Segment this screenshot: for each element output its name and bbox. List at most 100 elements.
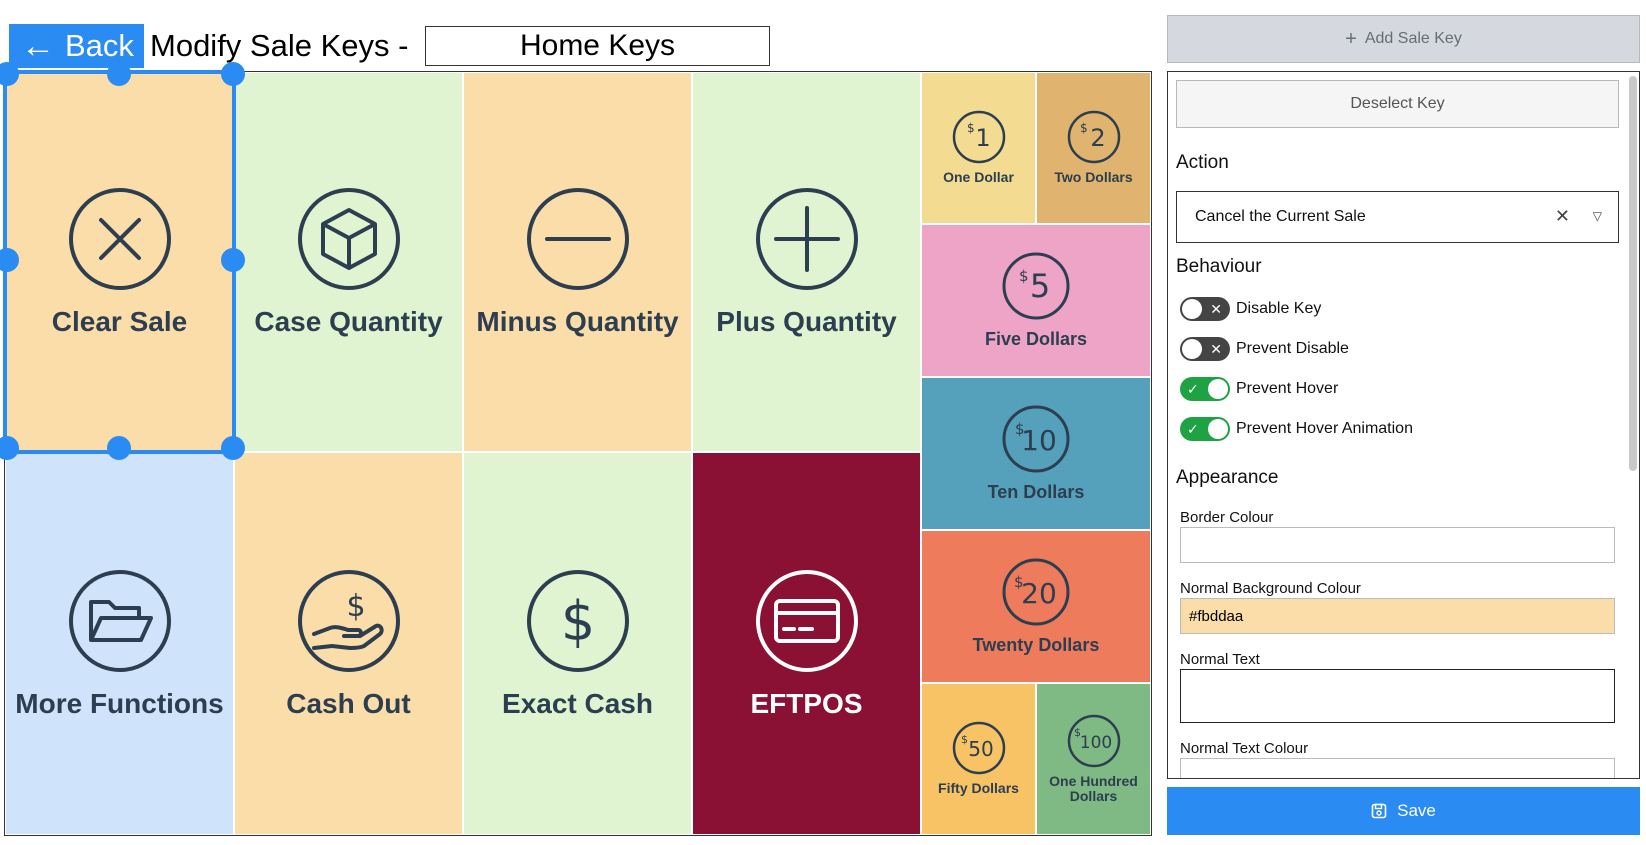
plus-icon: + — [1345, 27, 1357, 50]
back-label: Back — [65, 28, 134, 63]
svg-text:20: 20 — [1021, 577, 1057, 610]
back-button[interactable]: ← Back — [9, 24, 144, 68]
box-icon — [297, 188, 400, 290]
key-one-hundred-dollars[interactable]: $100 One Hundred Dollars — [1036, 683, 1151, 835]
action-select-value: Cancel the Current Sale — [1195, 208, 1366, 225]
action-heading: Action — [1176, 152, 1229, 173]
svg-text:5: 5 — [1030, 267, 1050, 305]
toggle-row-disable-key: ✕ Disable Key — [1180, 297, 1321, 321]
key-label: EFTPOS — [750, 687, 863, 719]
key-label: One Dollar — [943, 169, 1014, 186]
svg-text:$: $ — [1080, 121, 1088, 135]
keyset-name-input[interactable] — [425, 26, 770, 66]
key-five-dollars[interactable]: $5 Five Dollars — [921, 224, 1151, 377]
prevent-hover-toggle[interactable]: ✓ — [1180, 377, 1230, 401]
arrow-left-icon: ← — [21, 27, 55, 65]
minus-circle-icon — [526, 188, 629, 290]
x-icon: ✕ — [1210, 301, 1222, 317]
normal-background-colour-input[interactable] — [1180, 598, 1615, 634]
svg-text:$: $ — [1019, 267, 1029, 285]
key-plus-quantity[interactable]: Plus Quantity — [692, 72, 921, 452]
hand-money-icon: $ — [297, 569, 400, 672]
save-label: Save — [1397, 801, 1436, 820]
key-label: Case Quantity — [254, 306, 443, 337]
disable-key-toggle[interactable]: ✕ — [1180, 297, 1230, 321]
key-label: Two Dollars — [1054, 169, 1133, 186]
add-sale-key-button[interactable]: + Add Sale Key — [1167, 15, 1640, 63]
key-more-functions[interactable]: More Functions — [5, 452, 234, 835]
key-minus-quantity[interactable]: Minus Quantity — [463, 72, 692, 452]
key-ten-dollars[interactable]: $10 Ten Dollars — [921, 377, 1151, 530]
toggle-label: Prevent Hover Animation — [1236, 420, 1413, 437]
svg-text:1: 1 — [975, 124, 990, 152]
key-label: Clear Sale — [51, 306, 188, 337]
key-label: One Hundred Dollars — [1049, 772, 1138, 804]
save-icon — [1371, 803, 1387, 819]
key-label: Plus Quantity — [716, 306, 897, 337]
key-twenty-dollars[interactable]: $20 Twenty Dollars — [921, 530, 1151, 683]
clear-icon[interactable]: ✕ — [1555, 206, 1570, 227]
key-properties-panel: Deselect Key Action Cancel the Current S… — [1167, 71, 1640, 779]
note-hundred-dollars-icon: $100 — [1067, 714, 1120, 767]
folder-open-icon — [68, 569, 171, 672]
note-twenty-dollars-icon: $20 — [1002, 558, 1070, 626]
x-icon: ✕ — [1210, 341, 1222, 357]
key-label: Twenty Dollars — [972, 635, 1100, 655]
resize-handle-top-right[interactable] — [221, 62, 245, 86]
toggle-label: Prevent Disable — [1236, 340, 1349, 357]
credit-card-icon — [755, 569, 858, 672]
appearance-heading: Appearance — [1176, 467, 1279, 488]
key-label: Five Dollars — [984, 329, 1088, 349]
key-label: Ten Dollars — [987, 482, 1085, 502]
note-ten-dollars-icon: $10 — [1002, 405, 1070, 473]
panel-scrollbar[interactable] — [1629, 76, 1637, 471]
svg-text:10: 10 — [1021, 424, 1057, 457]
prevent-disable-toggle[interactable]: ✕ — [1180, 337, 1230, 361]
check-icon: ✓ — [1187, 381, 1199, 397]
key-label: Cash Out — [286, 687, 411, 719]
svg-text:50: 50 — [968, 737, 993, 761]
key-cash-out[interactable]: $ Cash Out — [234, 452, 463, 835]
toggle-label: Disable Key — [1236, 300, 1322, 317]
svg-text:$: $ — [560, 590, 594, 653]
check-icon: ✓ — [1187, 421, 1199, 437]
key-label: Minus Quantity — [476, 306, 679, 337]
resize-handle-right[interactable] — [221, 248, 245, 272]
normal-background-colour-label: Normal Background Colour — [1180, 580, 1361, 597]
plus-circle-icon — [755, 188, 858, 290]
border-colour-input[interactable] — [1180, 527, 1615, 563]
normal-text-colour-label: Normal Text Colour — [1180, 740, 1309, 757]
action-select[interactable]: Cancel the Current Sale ✕ ▽ — [1176, 191, 1619, 243]
key-label: Fifty Dollars — [938, 780, 1019, 797]
x-circle-icon — [68, 188, 171, 290]
svg-text:$: $ — [961, 733, 968, 746]
save-button[interactable]: Save — [1167, 787, 1640, 835]
coin-one-dollar-icon: $1 — [952, 111, 1005, 164]
normal-text-label: Normal Text — [1180, 651, 1260, 668]
key-two-dollars[interactable]: $2 Two Dollars — [1036, 72, 1151, 224]
toggle-row-prevent-hover: ✓ Prevent Hover — [1180, 377, 1338, 401]
key-one-dollar[interactable]: $1 One Dollar — [921, 72, 1036, 224]
dollar-circle-icon: $ — [526, 569, 629, 672]
note-fifty-dollars-icon: $50 — [952, 722, 1005, 775]
toggle-row-prevent-hover-animation: ✓ Prevent Hover Animation — [1180, 417, 1413, 441]
normal-text-colour-input[interactable] — [1180, 758, 1615, 778]
resize-handle-bottom[interactable] — [107, 436, 131, 460]
key-clear-sale[interactable]: Clear Sale — [3, 70, 236, 454]
add-sale-key-label: Add Sale Key — [1364, 30, 1462, 47]
sale-keys-grid: Clear Sale Case Quantity Minus Quantity … — [0, 62, 1152, 836]
coin-two-dollars-icon: $2 — [1067, 111, 1120, 164]
prevent-hover-animation-toggle[interactable]: ✓ — [1180, 417, 1230, 441]
normal-text-input[interactable] — [1180, 669, 1615, 723]
key-case-quantity[interactable]: Case Quantity — [234, 72, 463, 452]
chevron-down-icon[interactable]: ▽ — [1593, 209, 1602, 223]
behaviour-heading: Behaviour — [1176, 256, 1262, 277]
resize-handle-bottom-right[interactable] — [221, 436, 245, 460]
key-fifty-dollars[interactable]: $50 Fifty Dollars — [921, 683, 1036, 835]
key-label: More Functions — [15, 687, 224, 719]
key-exact-cash[interactable]: $ Exact Cash — [463, 452, 692, 835]
deselect-key-button[interactable]: Deselect Key — [1176, 80, 1619, 128]
key-label: Exact Cash — [502, 687, 653, 719]
key-eftpos[interactable]: EFTPOS — [692, 452, 921, 835]
resize-handle-top[interactable] — [107, 62, 131, 86]
